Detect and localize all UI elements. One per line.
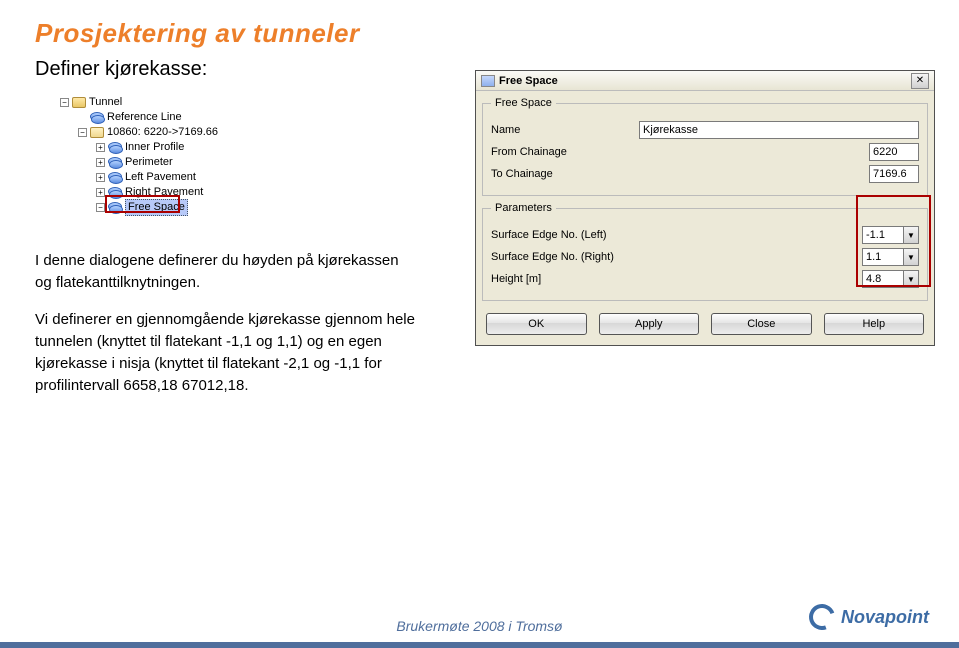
tree-item-perimeter[interactable]: + Perimeter — [60, 155, 218, 170]
layer-icon — [108, 202, 122, 213]
collapse-icon[interactable]: − — [60, 98, 69, 107]
tree-item-tunnel[interactable]: − Tunnel — [60, 95, 218, 110]
tree-label: Reference Line — [107, 110, 182, 125]
tree-label: Right Pavement — [125, 185, 203, 200]
chevron-down-icon: ▼ — [907, 231, 915, 240]
chevron-down-icon: ▼ — [907, 275, 915, 284]
free-space-dialog: Free Space ✕ Free Space Name From Chaina… — [475, 70, 935, 346]
dropdown-button[interactable]: ▼ — [904, 248, 919, 266]
collapse-icon[interactable]: − — [96, 203, 105, 212]
expand-icon[interactable]: + — [96, 188, 105, 197]
tree-label: 10860: 6220->7169.66 — [107, 125, 218, 140]
label-to-chainage: To Chainage — [491, 168, 621, 180]
label-name: Name — [491, 124, 621, 136]
surface-edge-left-input[interactable] — [862, 226, 904, 244]
name-input[interactable] — [639, 121, 919, 139]
folder-icon — [72, 97, 86, 108]
expand-icon[interactable]: + — [96, 158, 105, 167]
brand-name: Novapoint — [841, 607, 929, 628]
apply-button[interactable]: Apply — [599, 313, 700, 335]
footer-text: Brukermøte 2008 i Tromsø — [396, 618, 562, 634]
logo-icon — [805, 600, 840, 635]
from-chainage-input[interactable] — [869, 143, 919, 161]
window-icon — [481, 75, 495, 87]
explanatory-text: I denne dialogene definerer du høyden på… — [35, 235, 415, 412]
footer-bar — [0, 642, 959, 648]
folder-open-icon — [90, 127, 104, 138]
tree-label: Left Pavement — [125, 170, 196, 185]
tree-item-reference-line[interactable]: Reference Line — [60, 110, 218, 125]
tree-label: Inner Profile — [125, 140, 184, 155]
tree-item-chainage-range[interactable]: − 10860: 6220->7169.66 — [60, 125, 218, 140]
tree-item-left-pavement[interactable]: + Left Pavement — [60, 170, 218, 185]
layer-icon — [108, 157, 122, 168]
dialog-titlebar[interactable]: Free Space ✕ — [476, 71, 934, 91]
paragraph: I denne dialogene definerer du høyden på… — [35, 250, 415, 294]
close-button[interactable]: ✕ — [911, 73, 929, 89]
dropdown-button[interactable]: ▼ — [904, 226, 919, 244]
expand-icon[interactable]: + — [96, 173, 105, 182]
ok-button[interactable]: OK — [486, 313, 587, 335]
tree-label: Tunnel — [89, 95, 122, 110]
group-legend: Parameters — [491, 202, 556, 214]
label-height: Height [m] — [491, 273, 691, 285]
tree-label-selected: Free Space — [125, 199, 188, 216]
label-from-chainage: From Chainage — [491, 146, 621, 158]
label-surface-edge-right: Surface Edge No. (Right) — [491, 251, 691, 263]
close-button-bottom[interactable]: Close — [711, 313, 812, 335]
layer-icon — [108, 172, 122, 183]
tree-item-inner-profile[interactable]: + Inner Profile — [60, 140, 218, 155]
group-parameters: Parameters Surface Edge No. (Left) ▼ Sur… — [482, 202, 928, 301]
group-legend: Free Space — [491, 97, 556, 109]
height-input[interactable] — [862, 270, 904, 288]
tree-item-right-pavement[interactable]: + Right Pavement — [60, 185, 218, 200]
section-heading: Definer kjørekasse: — [35, 58, 207, 81]
to-chainage-input[interactable] — [869, 165, 919, 183]
expand-icon[interactable]: + — [96, 143, 105, 152]
group-free-space: Free Space Name From Chainage To Chainag… — [482, 97, 928, 196]
paragraph: Vi definerer en gjennomgående kjørekasse… — [35, 309, 415, 397]
layer-icon — [90, 112, 104, 123]
brand-logo: Novapoint — [809, 604, 929, 630]
label-surface-edge-left: Surface Edge No. (Left) — [491, 229, 691, 241]
page-title: Prosjektering av tunneler — [35, 18, 360, 49]
tree-label: Perimeter — [125, 155, 173, 170]
collapse-icon[interactable]: − — [78, 128, 87, 137]
project-tree[interactable]: − Tunnel Reference Line − 10860: 6220->7… — [60, 95, 218, 215]
button-row: OK Apply Close Help — [476, 307, 934, 345]
tree-item-free-space[interactable]: − Free Space — [60, 200, 218, 215]
help-button[interactable]: Help — [824, 313, 925, 335]
dialog-title-text: Free Space — [499, 75, 558, 87]
dropdown-button[interactable]: ▼ — [904, 270, 919, 288]
chevron-down-icon: ▼ — [907, 253, 915, 262]
layer-icon — [108, 187, 122, 198]
surface-edge-right-input[interactable] — [862, 248, 904, 266]
close-icon: ✕ — [916, 75, 924, 86]
layer-icon — [108, 142, 122, 153]
